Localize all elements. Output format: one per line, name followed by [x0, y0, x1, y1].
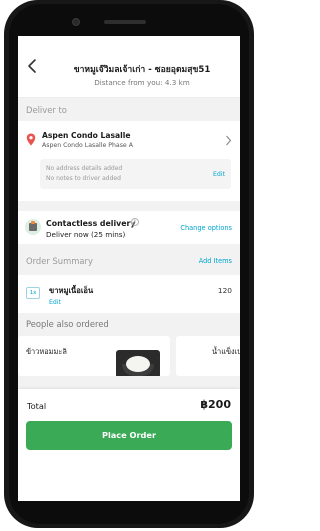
- back-arrow-icon[interactable]: [26, 58, 38, 74]
- contactless-title: Contactless delivery: [46, 219, 136, 228]
- earpiece-speaker: [104, 20, 146, 24]
- edit-item-button[interactable]: Edit: [49, 299, 61, 306]
- order-item-price: 120: [217, 286, 232, 295]
- quantity-badge[interactable]: 1x: [26, 287, 40, 299]
- checkout-screen: ขาหมูเจ๊วิมลเจ้าเก่า - ซอยอุดมสุข51 Dist…: [18, 36, 240, 501]
- recommended-item-name: น้ำแข็งเปล่า: [212, 347, 240, 356]
- order-item-name: ขาหมูเนื้อเอ็น: [49, 286, 94, 295]
- add-items-button[interactable]: Add Items: [199, 257, 232, 265]
- contactless-delivery-icon: [25, 219, 41, 235]
- restaurant-name: ขาหมูเจ๊วิมลเจ้าเก่า - ซอยอุดมสุข51: [73, 65, 211, 75]
- food-photo: [116, 350, 160, 376]
- address-detail: Aspen Condo Lasalle Phase A: [42, 142, 133, 149]
- checkout-footer: Total ฿200 Place Order: [18, 389, 240, 501]
- deliver-to-label: Deliver to: [26, 105, 67, 115]
- phone-bezel: ขาหมูเจ๊วิมลเจ้าเก่า - ซอยอุดมสุข51 Dist…: [9, 4, 249, 524]
- delivery-eta: Deliver now (25 mins): [46, 230, 126, 239]
- total-label: Total: [27, 401, 47, 411]
- order-item-row: 1x ขาหมูเนื้อเอ็น 120 Edit: [18, 275, 240, 313]
- delivery-address-card[interactable]: Aspen Condo Lasalle Aspen Condo Lasalle …: [18, 121, 240, 201]
- info-icon[interactable]: i: [131, 218, 139, 226]
- page-header: ขาหมูเจ๊วิมลเจ้าเก่า - ซอยอุดมสุข51 Dist…: [18, 36, 240, 98]
- distance-text: Distance from you: 4.3 km: [94, 78, 190, 87]
- recommended-item-name: ข้าวหอมมะลิ: [26, 347, 67, 356]
- location-pin-icon: [26, 133, 36, 146]
- chevron-right-icon[interactable]: [225, 135, 232, 146]
- phone-frame: ขาหมูเจ๊วิมลเจ้าเก่า - ซอยอุดมสุข51 Dist…: [4, 0, 254, 528]
- people-also-ordered-label: People also ordered: [26, 319, 109, 329]
- place-order-button[interactable]: Place Order: [26, 421, 232, 450]
- address-name: Aspen Condo Lasalle: [42, 131, 131, 140]
- change-options-button[interactable]: Change options: [180, 224, 232, 232]
- driver-notes-placeholder: No notes to driver added: [46, 175, 121, 182]
- front-camera: [72, 18, 80, 26]
- address-details-placeholder: No address details added: [46, 165, 123, 172]
- contactless-delivery-row: Contactless delivery i Deliver now (25 m…: [18, 211, 240, 244]
- edit-notes-button[interactable]: Edit: [213, 171, 225, 178]
- recommended-item-card[interactable]: ข้าวหอมมะลิ: [18, 336, 170, 376]
- total-amount: ฿200: [200, 398, 231, 411]
- address-notes-box: No address details added No notes to dri…: [40, 159, 231, 189]
- recommended-item-card[interactable]: น้ำแข็งเปล่า: [176, 336, 240, 376]
